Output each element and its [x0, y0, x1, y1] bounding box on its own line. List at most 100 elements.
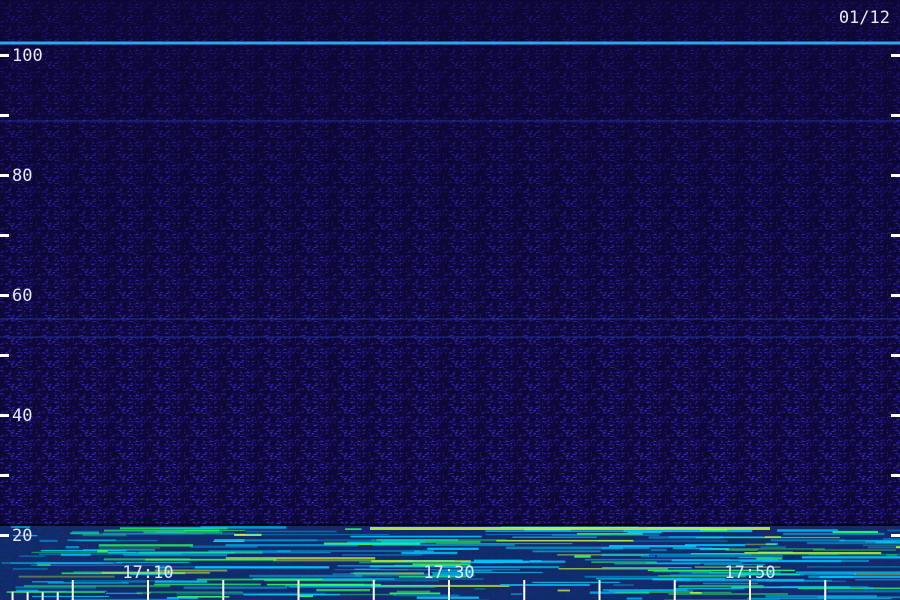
- x-tick: [222, 580, 225, 600]
- y-tick-left: [0, 534, 9, 537]
- band-streak: [354, 568, 380, 570]
- band-streak: [496, 539, 634, 542]
- band-streak: [725, 549, 758, 551]
- band-streak: [196, 578, 323, 581]
- band-streak: [641, 555, 655, 558]
- y-tick-right: [891, 414, 900, 417]
- band-streak: [591, 561, 657, 563]
- x-tick: [56, 592, 59, 600]
- persistent-line: [0, 336, 900, 338]
- persistent-line: [0, 120, 900, 122]
- band-streak: [31, 551, 137, 553]
- band-streak: [401, 551, 458, 555]
- band-streak: [162, 566, 246, 568]
- y-tick-right: [891, 174, 900, 177]
- band-streak: [208, 550, 291, 552]
- band-streak: [886, 554, 897, 557]
- y-tick-left: [0, 114, 9, 117]
- y-tick-label: 100: [12, 46, 43, 66]
- y-tick-left: [0, 234, 9, 237]
- band-streak: [18, 575, 115, 578]
- band-streak: [245, 534, 390, 536]
- band-streak: [795, 571, 900, 573]
- band-streak: [608, 590, 693, 592]
- y-tick-left: [0, 414, 9, 417]
- x-tick: [147, 580, 149, 600]
- x-tick-label: 17:50: [724, 563, 775, 583]
- band-streak: [675, 588, 745, 590]
- band-streak: [650, 548, 667, 552]
- band-streak: [13, 568, 48, 570]
- band-streak: [839, 539, 900, 542]
- band-streak: [656, 555, 783, 558]
- noise-fade: [0, 0, 900, 470]
- band-streak: [47, 582, 129, 584]
- persistent-line: [0, 41, 900, 45]
- band-streak: [557, 589, 570, 592]
- band-streak: [145, 558, 277, 561]
- x-tick: [673, 580, 676, 600]
- band-streak: [511, 593, 523, 595]
- band-streak: [577, 532, 643, 535]
- band-streak: [316, 589, 370, 592]
- x-tick-label: 17:10: [122, 563, 173, 583]
- band-streak: [614, 591, 732, 593]
- band-streak: [371, 539, 507, 542]
- band-streak: [243, 593, 340, 596]
- band-streak: [37, 564, 51, 566]
- band-streak: [602, 553, 752, 555]
- y-tick-left: [0, 174, 9, 177]
- band-streak: [532, 550, 601, 553]
- band-streak: [648, 536, 724, 539]
- band-streak: [332, 573, 429, 575]
- band-streak: [584, 575, 658, 578]
- y-tick-label: 60: [12, 286, 32, 306]
- band-streak: [322, 580, 440, 582]
- band-streak: [436, 543, 573, 545]
- band-streak: [668, 593, 788, 595]
- band-streak: [653, 571, 712, 573]
- band-streak: [98, 544, 193, 547]
- band-streak: [485, 530, 628, 532]
- band-streak: [613, 584, 634, 586]
- band-streak: [745, 543, 777, 546]
- band-streak: [225, 544, 358, 547]
- x-tick: [824, 580, 827, 600]
- band-streak: [808, 575, 854, 579]
- band-streak: [65, 546, 80, 549]
- band-streak: [72, 530, 99, 534]
- band-streak: [532, 581, 620, 583]
- band-streak: [245, 530, 337, 533]
- band-streak: [103, 532, 235, 535]
- band-streak: [887, 529, 900, 532]
- band-streak: [863, 544, 900, 546]
- band-streak: [601, 554, 643, 557]
- band-streak: [863, 587, 874, 589]
- band-streak: [602, 567, 692, 569]
- band-streak: [342, 554, 423, 556]
- x-tick: [41, 592, 44, 600]
- band-edge: [0, 524, 900, 526]
- band-streak: [854, 573, 900, 576]
- band-streak: [777, 529, 838, 532]
- band-streak: [39, 539, 58, 542]
- band-streak: [10, 562, 103, 564]
- band-streak: [807, 566, 900, 568]
- band-streak: [200, 526, 287, 529]
- band-streak: [277, 550, 420, 552]
- x-tick: [523, 580, 526, 600]
- band-streak: [177, 596, 230, 598]
- band-streak: [585, 558, 730, 561]
- y-tick-right: [891, 114, 900, 117]
- y-tick-right: [891, 54, 900, 57]
- y-tick-right: [891, 234, 900, 237]
- band-streak: [783, 532, 885, 535]
- band-streak: [347, 541, 425, 544]
- band-streak: [183, 586, 287, 589]
- band-streak: [389, 592, 441, 595]
- band-streak: [19, 555, 46, 557]
- date-label: 01/12: [839, 8, 890, 28]
- band-streak: [337, 565, 419, 567]
- band-streak: [371, 560, 471, 563]
- band-streak: [289, 586, 436, 588]
